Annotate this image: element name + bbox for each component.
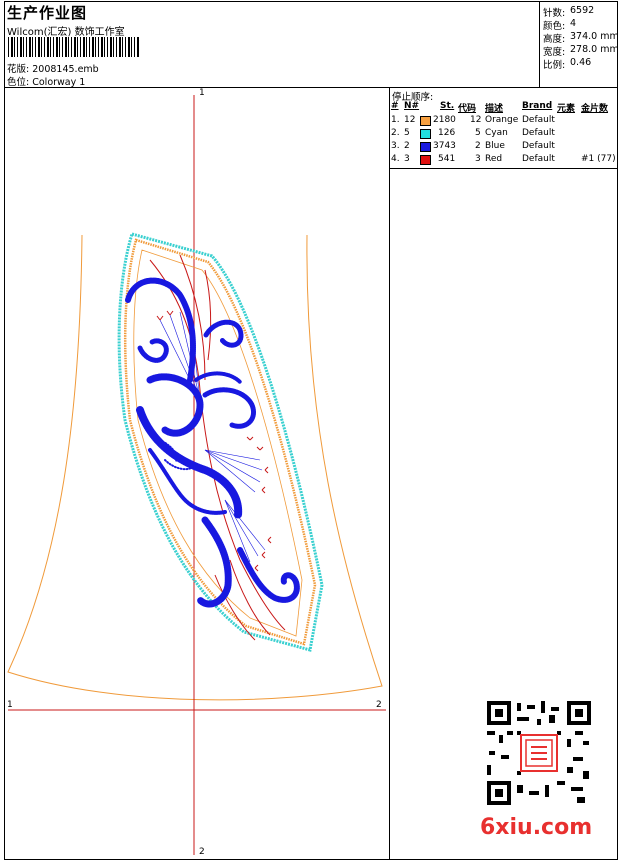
blue-motifs [125, 277, 300, 608]
axis-label-right: 2 [376, 700, 382, 710]
axis-label-top: 1 [199, 88, 205, 98]
satin-border [123, 238, 317, 646]
axis-label-bottom: 2 [199, 847, 205, 857]
qr-code-image [487, 701, 591, 805]
axis-label-left: 1 [7, 700, 13, 710]
watermark-text: 6xiu.com [480, 815, 593, 840]
